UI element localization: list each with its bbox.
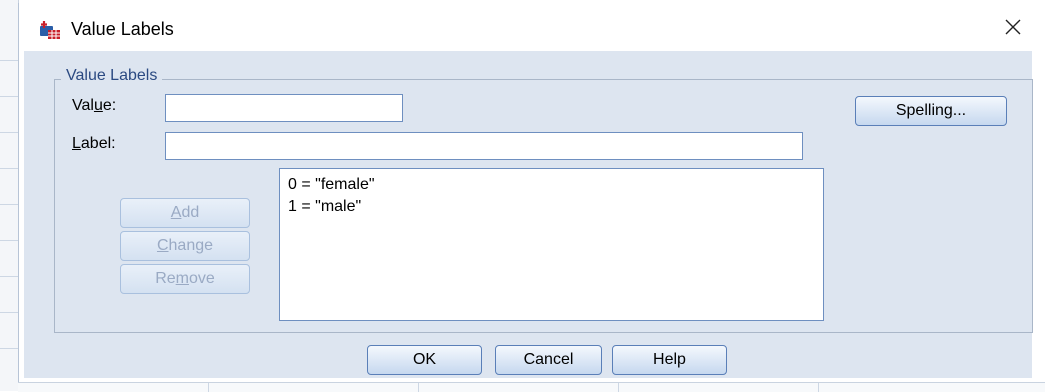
title-bar: Value Labels: [19, 3, 1045, 53]
label-field-label: Label:: [72, 135, 116, 152]
remove-button[interactable]: Remove: [120, 264, 250, 294]
value-input[interactable]: [165, 94, 403, 122]
add-button[interactable]: Add: [120, 198, 250, 228]
groupbox-title: Value Labels: [61, 67, 163, 85]
cancel-button[interactable]: Cancel: [495, 345, 602, 375]
spelling-button[interactable]: Spelling...: [855, 96, 1007, 126]
label-input[interactable]: [165, 132, 803, 160]
dialog-body: Value Labels Value: Label: Spelling... A…: [24, 51, 1033, 378]
close-icon: [1005, 19, 1021, 35]
change-button[interactable]: Change: [120, 231, 250, 261]
value-labels-dialog: Value Labels Value Labels Value: Label: …: [18, 3, 1045, 382]
ok-button[interactable]: OK: [367, 345, 482, 375]
list-item[interactable]: 0 = "female": [288, 174, 815, 196]
dialog-title: Value Labels: [71, 19, 174, 39]
close-button[interactable]: [999, 17, 1027, 41]
app-icon: [39, 20, 61, 40]
value-labels-list[interactable]: 0 = "female" 1 = "male": [279, 168, 824, 321]
value-field-label: Value:: [72, 97, 117, 114]
background-row-headers: [0, 0, 19, 391]
list-item[interactable]: 1 = "male": [288, 196, 815, 218]
help-button[interactable]: Help: [612, 345, 727, 375]
